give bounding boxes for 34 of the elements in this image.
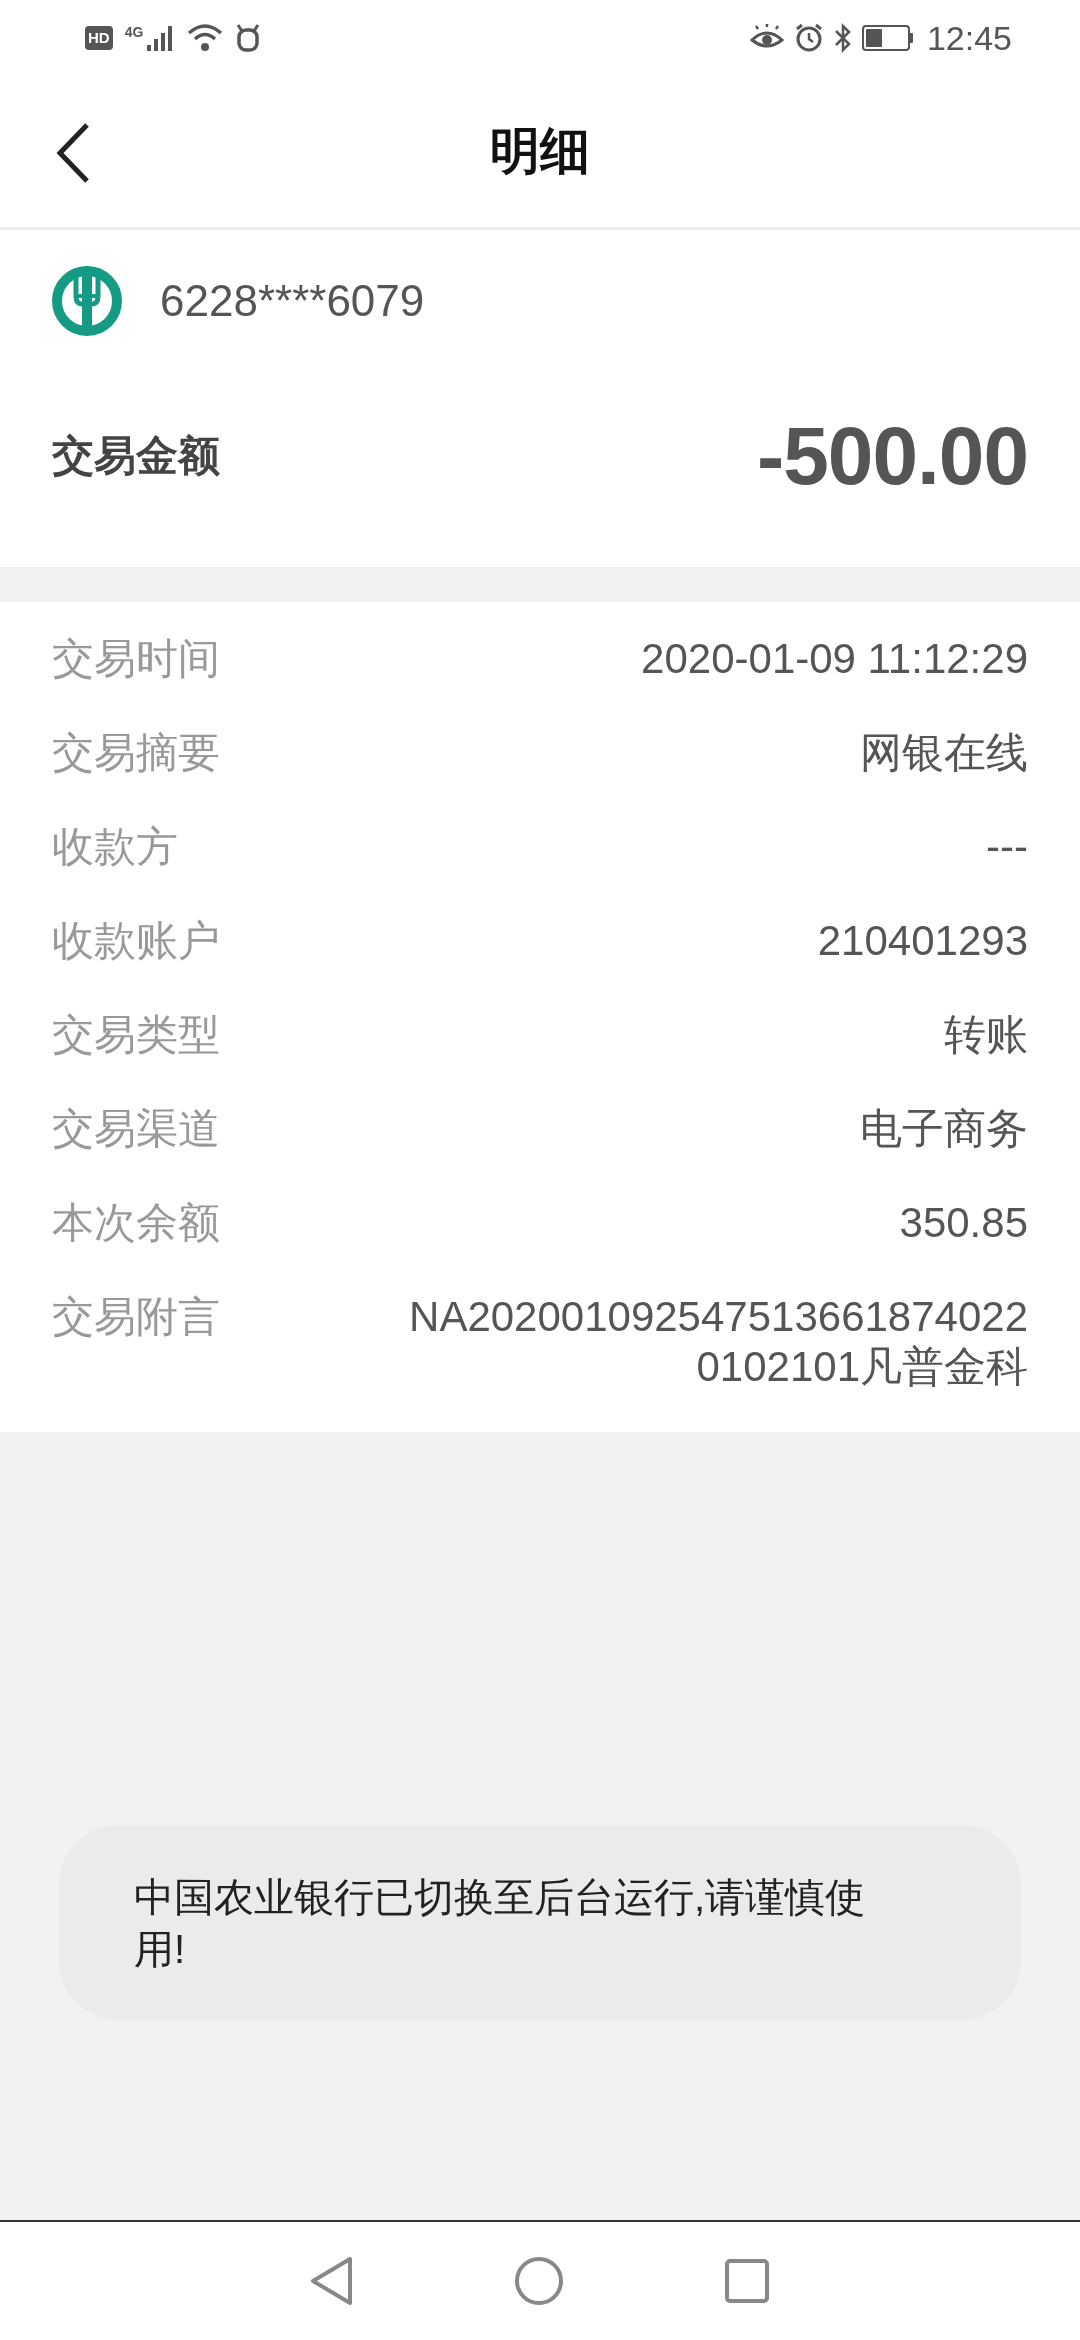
recents-nav-icon[interactable]	[724, 2258, 770, 2304]
detail-value: 350.85	[899, 1198, 1028, 1248]
account-number: 6228****6079	[160, 275, 425, 327]
detail-label: 交易时间	[52, 634, 220, 684]
battery-icon	[861, 24, 913, 51]
amount-label: 交易金额	[52, 430, 220, 481]
detail-label: 交易渠道	[52, 1104, 220, 1154]
back-nav-icon[interactable]	[310, 2256, 354, 2306]
alarm-icon	[793, 22, 824, 53]
detail-label: 收款账户	[52, 916, 220, 966]
toast-text: 中国农业银行已切换至后台运行,请谨慎使用!	[134, 1873, 867, 1973]
detail-label: 交易摘要	[52, 728, 220, 778]
detail-label: 本次余额	[52, 1198, 220, 1248]
network-type: 4G	[124, 24, 144, 39]
detail-value: 转账	[944, 1010, 1028, 1060]
page-title: 明细	[490, 120, 590, 182]
detail-value: 210401293	[817, 916, 1028, 966]
detail-label: 收款方	[52, 822, 178, 872]
detail-label: 交易类型	[52, 1010, 220, 1060]
home-nav-icon[interactable]	[514, 2256, 564, 2306]
amount-value: -500.00	[756, 408, 1028, 503]
detail-value: 2020-01-09 11:12:29	[641, 634, 1028, 684]
bank-logo-icon	[52, 266, 122, 336]
back-icon	[55, 121, 91, 184]
alarm-clock-icon	[235, 22, 262, 53]
detail-value: 电子商务	[860, 1104, 1028, 1154]
bluetooth-icon	[833, 22, 852, 53]
detail-value: ---	[986, 822, 1028, 872]
wifi-icon	[187, 22, 224, 53]
detail-label: 交易附言	[52, 1292, 220, 1342]
hd-badge: HD	[85, 25, 113, 50]
detail-value: NA2020010925475136618740220102101凡普金科	[408, 1292, 1028, 1392]
detail-value: 网银在线	[860, 728, 1028, 778]
clock-time: 12:45	[926, 20, 1012, 55]
